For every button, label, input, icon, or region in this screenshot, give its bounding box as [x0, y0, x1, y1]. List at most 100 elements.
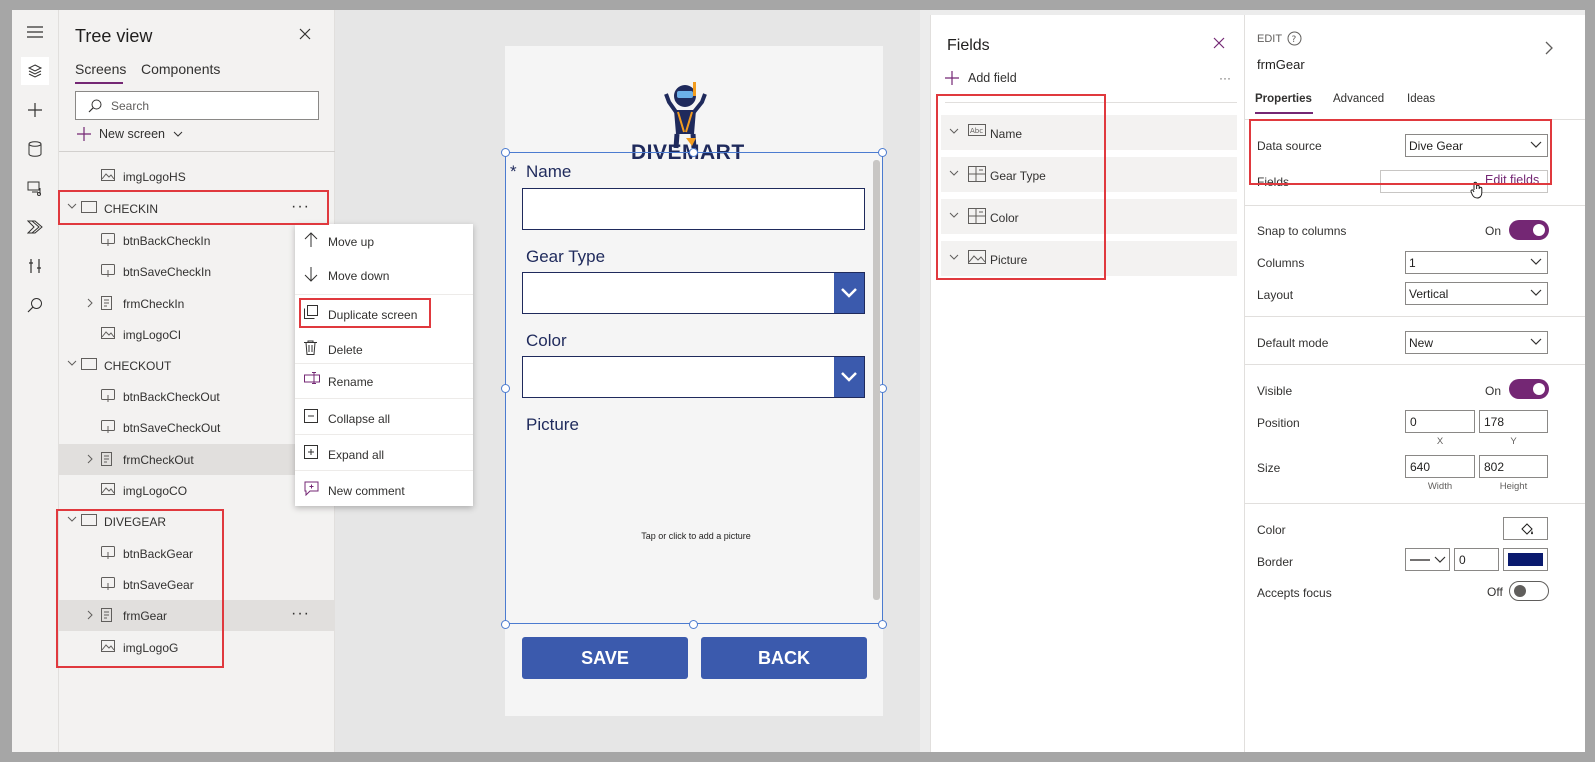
menu-item-move-down[interactable]: Move down [295, 258, 473, 291]
tree-node-label: frmCheckIn [123, 297, 185, 311]
menu-item-label: New comment [328, 484, 405, 498]
resize-handle[interactable] [689, 148, 698, 157]
snap-to-columns-toggle[interactable] [1509, 220, 1549, 240]
layout-dropdown[interactable]: Vertical [1405, 282, 1548, 305]
divider [1245, 364, 1585, 365]
tree-node-btnbackcheckin[interactable]: btnBackCheckIn [59, 225, 335, 256]
collapse-icon [304, 409, 318, 423]
form-scrollbar[interactable] [873, 160, 880, 600]
tree-node-imglogoco[interactable]: imgLogoCO [59, 475, 335, 506]
help-icon[interactable]: ? [1287, 31, 1302, 46]
border-label: Border [1257, 555, 1294, 569]
plus-icon [77, 127, 91, 141]
menu-item-delete[interactable]: Delete [295, 332, 473, 365]
menu-item-label: Rename [328, 375, 374, 389]
border-color-fill [1508, 553, 1543, 566]
required-mark: * [510, 162, 517, 181]
button-icon [101, 420, 115, 434]
name-label: Name [526, 162, 572, 181]
position-label: Position [1257, 416, 1300, 430]
add-picture-hint[interactable]: Tap or click to add a picture [606, 531, 786, 541]
menu-item-label: Expand all [328, 448, 385, 462]
chevron-down-icon[interactable] [834, 357, 864, 397]
menu-item-collapse-all[interactable]: Collapse all [295, 401, 473, 434]
advanced-tools-icon[interactable] [21, 252, 49, 280]
chevron-right-icon[interactable] [87, 298, 93, 308]
tree-node-btnbackcheckout[interactable]: btnBackCheckOut [59, 381, 335, 412]
chevron-down-icon[interactable] [834, 273, 864, 313]
position-x-input[interactable]: 0 [1405, 410, 1475, 433]
paint-bucket-icon [1520, 522, 1534, 536]
resize-handle[interactable] [689, 620, 698, 629]
tab-underline [75, 82, 123, 84]
highlight-divegear [56, 509, 224, 668]
color-label: Color [1257, 523, 1286, 537]
tree-node-frmcheckin[interactable]: frmCheckIn [59, 288, 335, 319]
menu-item-expand-all[interactable]: Expand all [295, 437, 473, 470]
hamburger-menu-icon[interactable] [21, 18, 49, 46]
save-button[interactable]: SAVE [522, 637, 688, 679]
position-y-input[interactable]: 178 [1479, 410, 1548, 433]
border-line-icon [1410, 559, 1430, 561]
menu-item-move-up[interactable]: Move up [295, 224, 473, 257]
insert-icon[interactable] [21, 96, 49, 124]
tree-node-btnsavecheckout[interactable]: btnSaveCheckOut [59, 412, 335, 443]
accepts-focus-toggle[interactable] [1509, 581, 1549, 601]
media-icon[interactable] [21, 174, 49, 202]
add-field-button[interactable]: Add field [945, 71, 1017, 85]
border-color-swatch[interactable] [1503, 548, 1548, 571]
more-options-button[interactable]: ··· [291, 605, 310, 623]
tab-screens[interactable]: Screens [75, 61, 126, 77]
chevron-right-icon[interactable] [1545, 41, 1553, 55]
color-dropdown[interactable] [522, 356, 865, 398]
color-picker-button[interactable] [1503, 517, 1548, 540]
tree-node-label: imgLogoCI [123, 328, 182, 342]
menu-item-rename[interactable]: Rename [295, 364, 473, 397]
resize-handle[interactable] [501, 384, 510, 393]
back-button[interactable]: BACK [701, 637, 867, 679]
highlight-fields-list [936, 94, 1106, 280]
resize-handle[interactable] [501, 148, 510, 157]
visible-toggle[interactable] [1509, 379, 1549, 399]
fields-more-button[interactable]: ··· [1219, 71, 1231, 85]
menu-item-new-comment[interactable]: New comment [295, 473, 473, 506]
tab-ideas[interactable]: Ideas [1407, 93, 1435, 105]
search-rail-icon[interactable] [21, 291, 49, 319]
chevron-down-icon [1530, 258, 1542, 265]
divider [295, 434, 473, 435]
context-menu: Move up Move down Duplicate screen Delet… [295, 224, 473, 506]
arrow-down-icon [304, 266, 318, 282]
tab-advanced[interactable]: Advanced [1333, 93, 1384, 105]
tree-node-imglogohs[interactable]: imgLogoHS [59, 161, 335, 192]
close-icon[interactable] [1213, 37, 1225, 49]
name-input[interactable] [522, 188, 865, 230]
add-field-label: Add field [968, 71, 1017, 85]
accepts-focus-state: Off [1487, 585, 1503, 599]
tree-node-btnsavecheckin[interactable]: btnSaveCheckIn [59, 256, 335, 287]
close-icon[interactable] [299, 28, 311, 40]
border-width-input[interactable]: 0 [1454, 548, 1499, 571]
resize-handle[interactable] [501, 620, 510, 629]
tree-node-frmcheckout[interactable]: frmCheckOut [59, 444, 335, 475]
size-height-input[interactable]: 802 [1479, 455, 1548, 478]
search-input[interactable]: Search [75, 91, 319, 120]
chevron-right-icon[interactable] [87, 454, 93, 464]
tab-properties[interactable]: Properties [1255, 93, 1312, 105]
default-mode-dropdown[interactable]: New [1405, 331, 1548, 354]
tree-node-checkout[interactable]: CHECKOUT [59, 350, 335, 381]
border-style-dropdown[interactable] [1405, 548, 1450, 571]
chevron-down-icon[interactable] [67, 360, 77, 366]
accepts-focus-label: Accepts focus [1257, 586, 1332, 600]
tree-view-icon[interactable] [21, 57, 49, 85]
columns-dropdown[interactable]: 1 [1405, 251, 1548, 274]
resize-handle[interactable] [878, 620, 887, 629]
power-automate-icon[interactable] [21, 213, 49, 241]
tree-node-imglogoci[interactable]: imgLogoCI [59, 319, 335, 350]
width-caption: Width [1427, 481, 1453, 492]
new-screen-button[interactable]: New screen [77, 127, 183, 141]
size-width-input[interactable]: 640 [1405, 455, 1475, 478]
resize-handle[interactable] [878, 148, 887, 157]
tab-components[interactable]: Components [141, 61, 220, 77]
data-icon[interactable] [21, 135, 49, 163]
gear-type-dropdown[interactable] [522, 272, 865, 314]
